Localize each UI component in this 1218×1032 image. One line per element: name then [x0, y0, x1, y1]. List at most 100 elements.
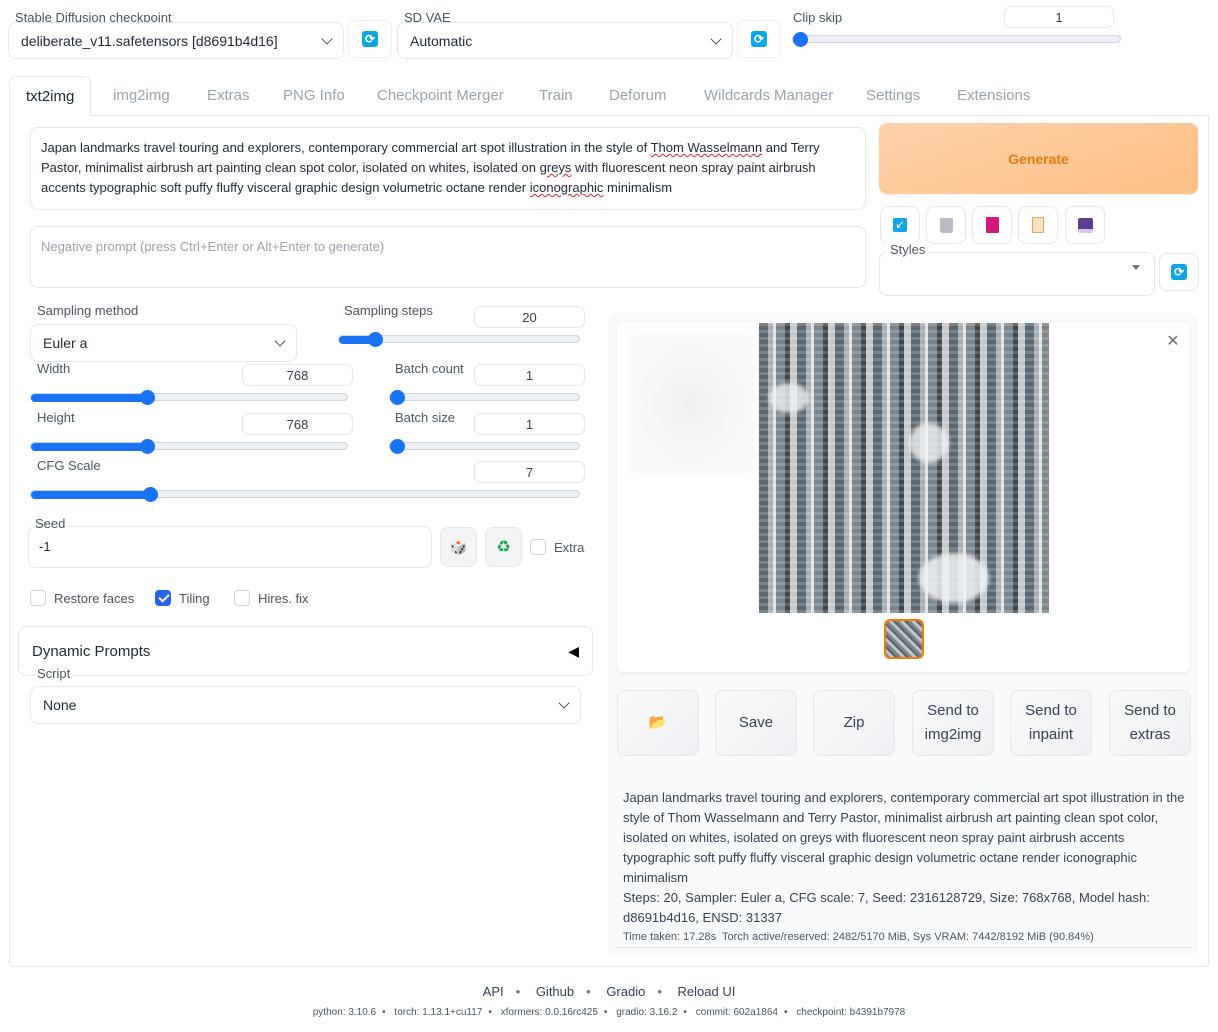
- generated-image[interactable]: [759, 323, 1049, 613]
- slider-fill: [31, 491, 150, 499]
- tab-extras[interactable]: Extras: [207, 76, 250, 116]
- footer-link-github[interactable]: Github: [536, 984, 574, 999]
- sampling-steps-input[interactable]: 20: [474, 306, 585, 328]
- cfg-scale-input[interactable]: 7: [474, 461, 585, 483]
- batch-size-input[interactable]: 1: [474, 413, 585, 435]
- slider-thumb[interactable]: [140, 390, 155, 405]
- tab-wildcards-manager[interactable]: Wildcards Manager: [704, 76, 833, 116]
- checkpoint-dropdown[interactable]: deliberate_v11.safetensors [d8691b4d16]: [8, 22, 344, 59]
- vae-dropdown[interactable]: Automatic: [397, 22, 733, 59]
- footer-link-gradio[interactable]: Gradio: [606, 984, 645, 999]
- save-button[interactable]: Save: [715, 690, 797, 756]
- refresh-vae-button[interactable]: ⟳: [737, 20, 781, 58]
- image-texture: [759, 323, 1049, 613]
- send-to-inpaint-button[interactable]: Send to inpaint: [1010, 690, 1092, 756]
- prompt-textarea[interactable]: Japan landmarks travel touring and explo…: [30, 127, 866, 210]
- slider-thumb[interactable]: [793, 32, 808, 47]
- slider-thumb[interactable]: [368, 332, 383, 347]
- slider-thumb[interactable]: [390, 439, 405, 454]
- prompt-text: Thom Wasselmann: [650, 140, 763, 155]
- width-slider[interactable]: [30, 390, 348, 405]
- send-to-extras-button[interactable]: Send to extras: [1109, 690, 1191, 756]
- button-label: extras: [1129, 726, 1171, 743]
- save-style-button[interactable]: [1065, 206, 1105, 244]
- height-input[interactable]: 768: [242, 413, 353, 435]
- sampling-method-value: Euler a: [43, 335, 88, 351]
- slider-thumb[interactable]: [390, 390, 405, 405]
- button-label: Send to: [1124, 702, 1176, 719]
- tiling-checkbox[interactable]: [155, 590, 171, 606]
- info-params: Steps: 20, Sampler: Euler a, CFG scale: …: [623, 890, 1150, 925]
- zip-button[interactable]: Zip: [813, 690, 895, 756]
- hires-fix-checkbox[interactable]: [234, 590, 250, 606]
- chevron-down-icon: [710, 32, 722, 45]
- cloud-shape: [769, 383, 809, 413]
- button-label: img2img: [924, 726, 982, 743]
- styles-label: Styles: [886, 242, 930, 257]
- styles-dropdown[interactable]: [879, 252, 1155, 296]
- sampling-steps-label: Sampling steps: [344, 303, 433, 318]
- refresh-styles-button[interactable]: ⟳: [1159, 253, 1199, 291]
- separator: •: [515, 984, 521, 999]
- sampling-method-label: Sampling method: [37, 303, 139, 318]
- negative-prompt-textarea[interactable]: Negative prompt (press Ctrl+Enter or Alt…: [30, 226, 866, 288]
- reuse-seed-button[interactable]: ♻: [485, 527, 522, 567]
- version-commit: commit: 602a1864: [695, 1007, 778, 1018]
- refresh-checkpoint-button[interactable]: ⟳: [348, 20, 392, 58]
- tab-deforum[interactable]: Deforum: [609, 76, 667, 116]
- button-label: inpaint: [1028, 726, 1074, 743]
- send-to-img2img-button[interactable]: Send to img2img: [912, 690, 994, 756]
- tab-txt2img[interactable]: txt2img: [9, 76, 92, 116]
- tab-train[interactable]: Train: [539, 76, 573, 116]
- floppy-disk-icon: [1077, 217, 1093, 233]
- clip-skip-slider[interactable]: [792, 32, 1121, 47]
- tab-settings[interactable]: Settings: [866, 76, 920, 116]
- tab-extensions[interactable]: Extensions: [957, 76, 1030, 116]
- seed-input[interactable]: -1: [28, 526, 432, 568]
- height-label: Height: [37, 410, 75, 425]
- width-input[interactable]: 768: [242, 364, 353, 386]
- chevron-down-icon: [321, 32, 333, 45]
- sampling-steps-slider[interactable]: [338, 332, 580, 347]
- refresh-icon: ⟳: [362, 31, 378, 47]
- slider-fill: [31, 394, 147, 402]
- batch-size-slider[interactable]: [389, 439, 580, 454]
- close-icon[interactable]: ✕: [1162, 330, 1184, 352]
- apply-style-button[interactable]: [1018, 206, 1058, 244]
- tab-img2img[interactable]: img2img: [113, 76, 170, 116]
- random-seed-button[interactable]: 🎲: [440, 527, 477, 567]
- sampling-method-dropdown[interactable]: Euler a: [30, 324, 297, 362]
- tab-checkpoint-merger[interactable]: Checkpoint Merger: [377, 76, 504, 116]
- button-label: Send to: [1025, 702, 1077, 719]
- height-slider[interactable]: [30, 439, 348, 454]
- generate-button[interactable]: Generate: [879, 123, 1198, 194]
- slider-thumb[interactable]: [143, 487, 158, 502]
- show-extra-networks-button[interactable]: [972, 206, 1012, 244]
- refresh-icon: ⟳: [1171, 264, 1187, 280]
- cfg-scale-slider[interactable]: [30, 487, 580, 502]
- generation-info: Japan landmarks travel touring and explo…: [623, 788, 1188, 946]
- batch-count-slider[interactable]: [389, 390, 580, 405]
- dynamic-prompts-accordion[interactable]: Dynamic Prompts ◀: [18, 626, 593, 676]
- tab-png-info[interactable]: PNG Info: [283, 76, 345, 116]
- script-dropdown[interactable]: None: [30, 686, 581, 724]
- footer-link-reload-ui[interactable]: Reload UI: [678, 984, 736, 999]
- restore-faces-checkbox[interactable]: [30, 590, 46, 606]
- footer-links: API • Github • Gradio • Reload UI: [0, 984, 1218, 999]
- clip-skip-input[interactable]: 1: [1004, 6, 1114, 28]
- collapse-arrow-icon: ◀: [568, 642, 579, 659]
- tiling-label: Tiling: [179, 591, 210, 606]
- divider: [617, 947, 1192, 948]
- paste-button[interactable]: ↙: [880, 206, 920, 244]
- extra-checkbox[interactable]: [530, 539, 546, 555]
- prompt-text: greys: [539, 160, 572, 175]
- slider-thumb[interactable]: [140, 439, 155, 454]
- prompt-text: minimalism: [603, 180, 673, 195]
- paste-arrow-icon: ↙: [893, 218, 907, 232]
- batch-count-input[interactable]: 1: [474, 364, 585, 386]
- version-xformers: xformers: 0.0.16rc425: [500, 1007, 598, 1018]
- clear-prompt-button[interactable]: [926, 206, 966, 244]
- gallery-thumbnail[interactable]: [884, 619, 924, 659]
- open-folder-button[interactable]: 📂: [617, 690, 699, 756]
- footer-link-api[interactable]: API: [483, 984, 504, 999]
